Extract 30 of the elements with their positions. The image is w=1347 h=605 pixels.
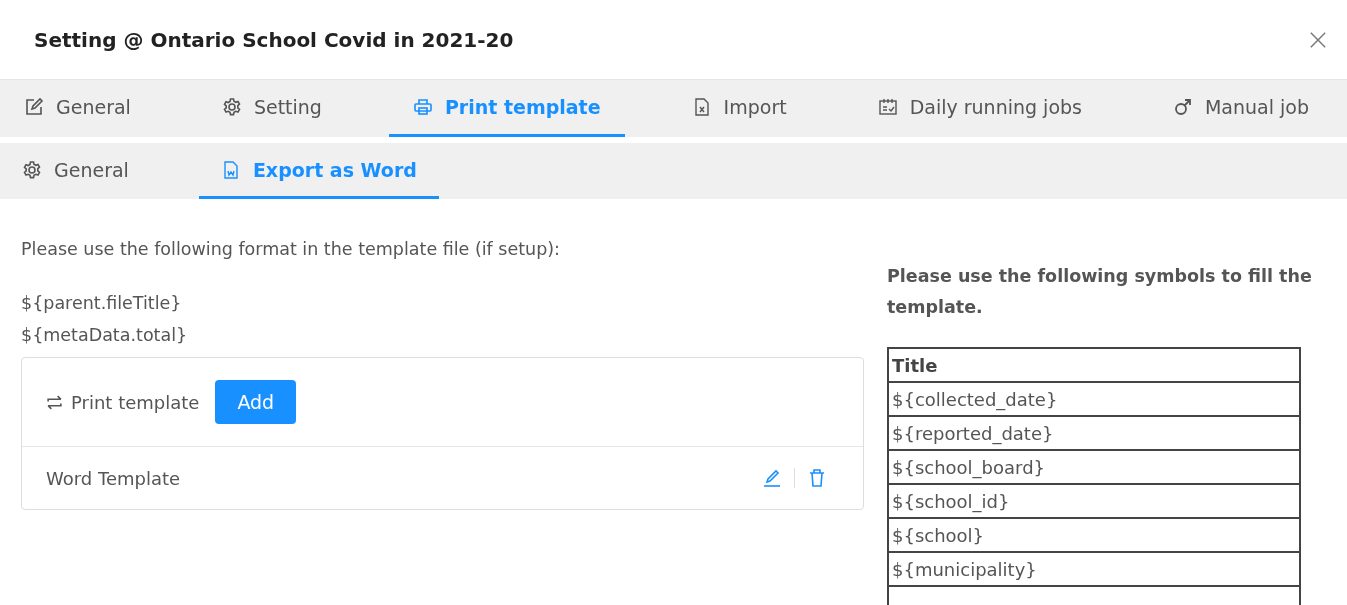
printer-icon (412, 97, 433, 117)
edit-icon[interactable] (762, 468, 782, 488)
calendar-icon (877, 97, 898, 117)
table-cell: ${reported_date} (888, 416, 1300, 450)
tab[interactable]: Import (667, 80, 811, 137)
table-cell: ${school_id} (888, 484, 1300, 518)
dialog-title: Setting @ Ontario School Covid in 2021-20 (34, 27, 514, 52)
gear-icon (221, 97, 242, 117)
table-cell: ${school} (888, 518, 1300, 552)
tab[interactable]: General (0, 143, 151, 199)
template-variable-text: ${metaData.total} (21, 324, 189, 347)
tab[interactable]: Daily running jobs (853, 80, 1106, 137)
tab[interactable]: General (0, 80, 155, 137)
card-label: Print template (71, 391, 200, 413)
tab[interactable]: Manual job (1148, 80, 1333, 137)
table-cell: ${school_board} (888, 450, 1300, 484)
close-icon[interactable] (1309, 30, 1327, 49)
instruction-text: Please use the following format in the template file (if setup): (21, 239, 561, 259)
template-variable-text: ${parent.fileTitle} (21, 292, 183, 315)
delete-icon[interactable] (807, 468, 827, 488)
table-cell: ${municipality} (888, 552, 1300, 586)
table-header-cell: Title (888, 348, 1300, 382)
edit-icon (24, 97, 44, 117)
template-name: Word Template (46, 467, 182, 489)
gear-icon (22, 159, 42, 180)
male-symbol-icon (1172, 97, 1193, 117)
symbols-heading: Please use the following symbols to fill the template. (887, 265, 1312, 319)
tab[interactable]: Setting (197, 80, 346, 137)
table-cell: ${collected_date} (888, 382, 1300, 416)
swap-icon (46, 393, 63, 411)
